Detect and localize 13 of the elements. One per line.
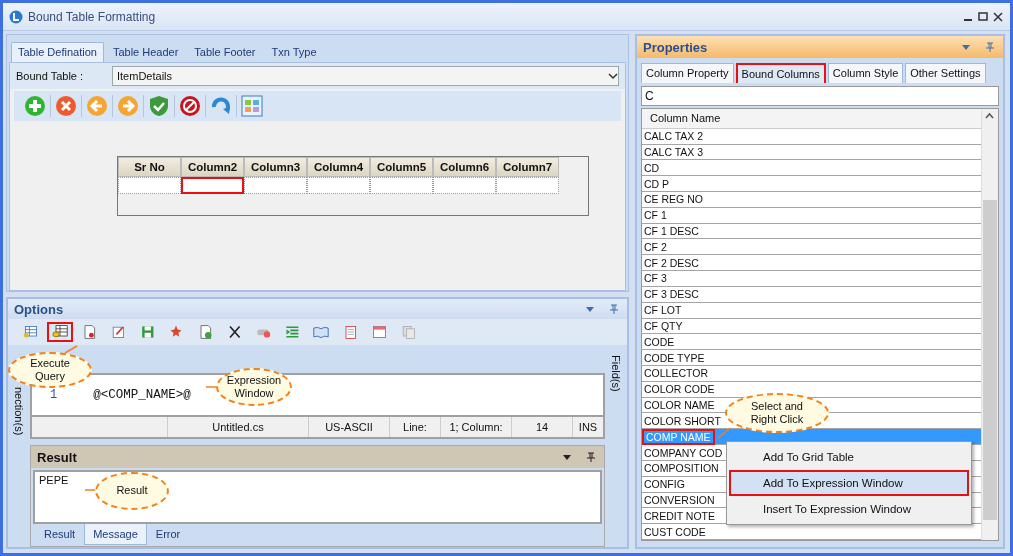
pane-title: Properties [643, 39, 708, 55]
window-title: Bound Table Formatting [28, 9, 157, 24]
pane-title: Options [14, 301, 64, 317]
line-number: 1 [50, 388, 58, 402]
pane-title: Result [37, 449, 77, 465]
status-text: 1; Column: [440, 417, 511, 437]
code-text: @<COMP_NAME>@ [93, 388, 191, 402]
status-text: US-ASCII [308, 417, 389, 437]
status-text: Line: [389, 417, 440, 437]
status-text: INS [572, 417, 603, 437]
field-label: Bound Table : [15, 70, 85, 82]
status-text: 14 [511, 417, 572, 437]
status-text: Untitled.cs [167, 417, 308, 437]
